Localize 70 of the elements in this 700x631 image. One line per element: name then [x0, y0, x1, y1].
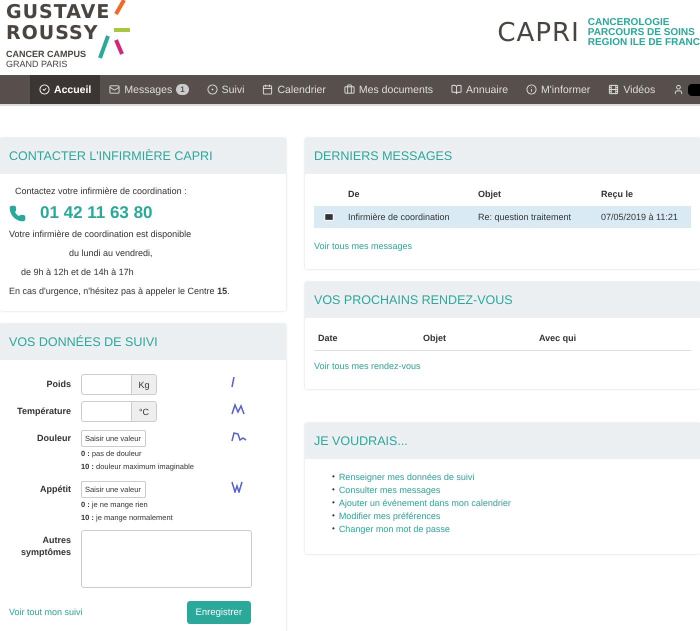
sparkline-icon: [231, 481, 243, 493]
availability-text: du lundi au vendredi,: [68, 247, 154, 260]
column-header: Date: [317, 332, 339, 345]
user-icon: [673, 84, 684, 95]
sparkline-icon: [231, 376, 235, 388]
urgency-text: En cas d'urgence, n'hésitez pas à appeler le Centre 15.: [9, 285, 231, 298]
bullet: •: [332, 484, 335, 496]
phone-icon: [9, 204, 26, 222]
panel-title: DERNIERS MESSAGES: [305, 138, 700, 174]
envelope-icon: [324, 212, 334, 222]
logo-text: ROUSSY: [6, 23, 100, 44]
nav-tab[interactable]: Mes documents: [334, 75, 442, 104]
field-label: Appétit: [39, 483, 71, 496]
panel-title: VOS DONNÉES DE SUIVI: [0, 324, 286, 360]
unit-label: Kg: [131, 374, 157, 395]
brand-tagline: PARCOURS DE SOINS: [588, 28, 696, 38]
film-icon: [608, 84, 620, 95]
input-field[interactable]: [81, 401, 131, 422]
contact-intro: Contactez votre infirmière de coordination :: [14, 185, 188, 198]
check-circle-icon: [39, 84, 50, 95]
nav-tab[interactable]: Accueil: [30, 75, 100, 104]
nav-tab[interactable]: Suivi: [198, 75, 254, 104]
dot-circle-icon: [206, 84, 218, 95]
nav-tab[interactable]: Calendrier: [253, 75, 335, 104]
field-label: Poids: [45, 378, 71, 391]
info-icon: [526, 84, 538, 95]
field-label: Température: [16, 405, 71, 418]
book-icon: [451, 84, 462, 95]
mail-icon: [109, 84, 120, 95]
unit-label: °C: [131, 401, 157, 422]
count-badge: 1: [176, 84, 189, 95]
phone-number: 01 42 11 63 80: [40, 203, 153, 223]
table-cell[interactable]: 07/05/2019 à 11:21: [597, 206, 691, 228]
column-header: De: [347, 188, 361, 201]
messages-link[interactable]: Voir tous mes messages: [314, 240, 691, 253]
nav-tab[interactable]: Messages 1: [100, 75, 198, 104]
panel-title: CONTACTER L'INFIRMIÈRE CAPRI: [0, 138, 286, 174]
sparkline-icon: [231, 403, 245, 415]
bullet: •: [332, 497, 335, 509]
availability-text: de 9h à 12h et de 14h à 17h: [20, 266, 135, 279]
brand-tagline: REGION ILE DE FRANC: [588, 38, 700, 48]
symptoms-field[interactable]: [81, 530, 252, 588]
brand-name: CAPRI: [497, 18, 580, 48]
table-cell[interactable]: Re: question traitement: [474, 206, 597, 228]
briefcase-icon: [344, 84, 355, 95]
nav-tab[interactable]: Annuaire: [442, 75, 518, 104]
panel-title: JE VOUDRAIS...: [305, 423, 700, 459]
field-label: Douleur: [36, 432, 71, 445]
column-header: Avec qui: [538, 332, 578, 345]
bullet: •: [332, 523, 335, 535]
bullet: •: [332, 471, 335, 483]
input-field[interactable]: [81, 374, 131, 395]
column-header: Reçu le: [600, 188, 634, 201]
nav-tab[interactable]: Vidéos: [599, 75, 664, 104]
logo-text: GUSTAVE: [6, 2, 110, 23]
column-header: Objet: [422, 332, 448, 345]
logo-subtitle: GRAND PARIS: [6, 59, 68, 69]
column-header: Objet: [477, 188, 502, 201]
brand-tagline: CANCEROLOGIE: [588, 18, 670, 28]
logo-subtitle: CANCER CAMPUS: [6, 49, 88, 59]
tracking-link[interactable]: Voir tout mon suivi: [9, 606, 83, 619]
nav-tab[interactable]: M'informer: [517, 75, 600, 104]
table-cell[interactable]: Infirmière de coordination: [344, 206, 474, 228]
panel-title: VOS PROCHAINS RENDEZ-VOUS: [305, 282, 700, 318]
calendar-icon: [262, 84, 274, 95]
field-label: Autres symptômes: [20, 534, 71, 559]
bullet: •: [332, 510, 335, 522]
appointments-link[interactable]: Voir tous mes rendez-vous: [314, 360, 691, 373]
sparkline-icon: [231, 430, 247, 442]
availability-text: Votre infirmière de coordination est disponible: [9, 228, 192, 241]
